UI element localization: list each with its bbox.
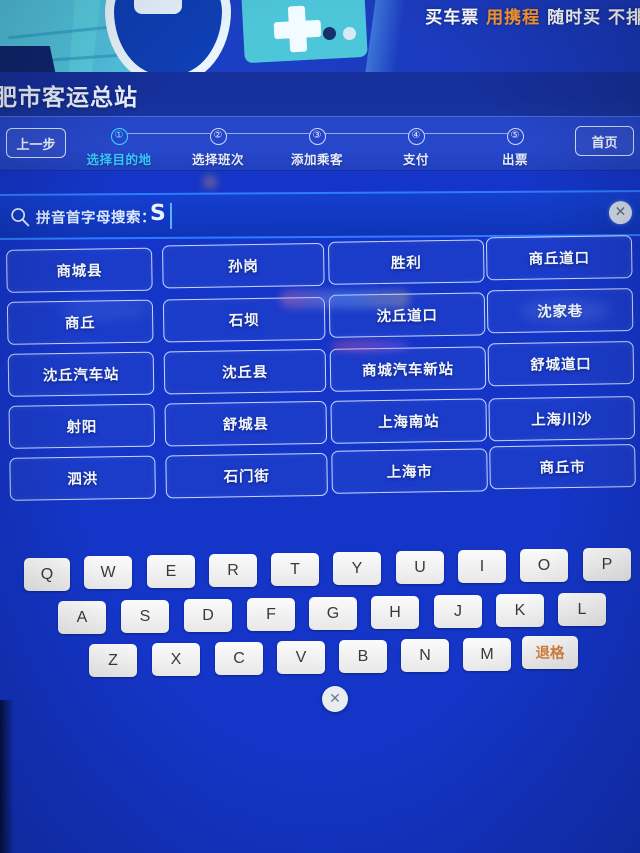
key-u[interactable]: U	[396, 551, 444, 584]
page-title: 肥市客运总站	[0, 85, 138, 111]
destination-button[interactable]: 上海川沙	[488, 396, 636, 442]
destination-button[interactable]: 商丘	[6, 299, 154, 345]
step-item-3[interactable]: ③ 添加乘客	[272, 123, 362, 168]
banner-decor-edge	[363, 0, 407, 72]
advertisement-banner: 买车票 用携程 随时买 不排	[0, 0, 640, 72]
key-y[interactable]: Y	[333, 552, 381, 585]
key-a[interactable]: A	[58, 601, 106, 634]
step-label-4: 支付	[402, 152, 429, 167]
key-s[interactable]: S	[121, 600, 169, 633]
banner-slogan: 买车票 用携程 随时买 不排	[425, 3, 640, 28]
destination-button[interactable]: 沈丘汽车站	[7, 351, 155, 397]
key-n[interactable]: N	[401, 639, 449, 672]
key-d[interactable]: D	[184, 599, 232, 632]
key-o[interactable]: O	[520, 549, 568, 582]
step-number-3: ③	[308, 128, 326, 145]
shield-badge-inner-icon	[134, 0, 182, 14]
text-caret	[169, 202, 173, 229]
home-button[interactable]: 首页	[575, 126, 634, 156]
key-x[interactable]: X	[152, 643, 200, 676]
search-input[interactable]: S	[150, 201, 166, 226]
destination-button[interactable]: 沈家巷	[486, 288, 634, 334]
destination-button[interactable]: 上海市	[331, 448, 488, 494]
banner-slogan-part-2: 用携程	[486, 8, 541, 28]
step-item-5[interactable]: ⑤ 出票	[470, 123, 560, 168]
destination-button[interactable]: 沈丘县	[163, 348, 327, 395]
destination-button[interactable]: 商城汽车新站	[329, 346, 487, 392]
toolbox-dot-dark-icon	[323, 27, 336, 40]
step-label-3: 添加乘客	[290, 152, 343, 167]
step-label-5: 出票	[501, 152, 528, 167]
key-q[interactable]: Q	[24, 558, 70, 591]
screen-glare	[205, 178, 215, 186]
search-bar[interactable]: 拼音首字母搜索： S ✕	[0, 190, 640, 240]
kiosk-screen: 买车票 用携程 随时买 不排 肥市客运总站 上一步 ① 选择目的地 ② 选择班次…	[0, 0, 640, 853]
key-z[interactable]: Z	[89, 644, 137, 677]
step-label-1: 选择目的地	[86, 152, 152, 167]
step-navigation-bar: 上一步 ① 选择目的地 ② 选择班次 ③ 添加乘客 ④ 支付 ⑤ 出票 首页	[0, 116, 640, 171]
step-number-5: ⑤	[506, 128, 524, 145]
destination-button[interactable]: 商城县	[6, 247, 153, 293]
key-w[interactable]: W	[84, 556, 132, 589]
destination-button[interactable]: 舒城道口	[487, 341, 635, 387]
key-j[interactable]: J	[434, 595, 482, 628]
key-i[interactable]: I	[458, 550, 506, 583]
key-t[interactable]: T	[271, 553, 319, 586]
key-g[interactable]: G	[309, 597, 357, 630]
destination-button[interactable]: 石坝	[162, 296, 326, 343]
key-p[interactable]: P	[583, 548, 631, 581]
keyboard-row-2: A S D F G H J K L	[0, 590, 640, 634]
step-indicator: ① 选择目的地 ② 选择班次 ③ 添加乘客 ④ 支付 ⑤ 出票	[74, 123, 562, 169]
destination-button[interactable]: 泗洪	[9, 455, 156, 501]
step-label-2: 选择班次	[191, 152, 244, 167]
destination-row: 泗洪 石门街 上海市 商丘市	[9, 444, 636, 510]
clear-search-icon[interactable]: ✕	[608, 201, 633, 225]
key-c[interactable]: C	[215, 642, 263, 675]
previous-step-button[interactable]: 上一步	[6, 128, 66, 158]
step-item-1[interactable]: ① 选择目的地	[74, 123, 164, 168]
toolbox-dot-light-icon	[343, 27, 356, 40]
key-e[interactable]: E	[147, 555, 195, 588]
key-h[interactable]: H	[371, 596, 419, 629]
step-number-2: ②	[209, 128, 227, 145]
photo-edge-shadow	[0, 700, 14, 853]
destination-button[interactable]: 石门街	[165, 452, 328, 499]
step-item-2[interactable]: ② 选择班次	[173, 123, 263, 168]
key-r[interactable]: R	[209, 554, 257, 587]
destination-button[interactable]: 上海南站	[330, 398, 488, 444]
key-backspace[interactable]: 退格	[522, 636, 578, 669]
step-number-1: ①	[110, 128, 128, 145]
key-f[interactable]: F	[247, 598, 295, 631]
destination-button[interactable]: 孙岗	[161, 242, 325, 289]
onscreen-keyboard: Q W E R T Y U I O P A S D F G H J K L Z …	[0, 548, 640, 678]
destination-button[interactable]: 胜利	[327, 239, 485, 285]
destination-button[interactable]: 商丘市	[489, 444, 636, 490]
destination-grid: 商城县 孙岗 胜利 商丘道口 商丘 石坝 沈丘道口 沈家巷 沈丘汽车站 沈丘县 …	[6, 235, 636, 505]
key-b[interactable]: B	[339, 640, 387, 673]
destination-button[interactable]: 射阳	[8, 403, 156, 449]
cross-icon-horizontal	[273, 19, 322, 40]
search-icon	[11, 208, 30, 227]
key-v[interactable]: V	[277, 641, 325, 674]
title-bar: 肥市客运总站	[0, 72, 640, 116]
keyboard-row-3: Z X C V B N M 退格	[0, 632, 640, 677]
search-label: 拼音首字母搜索：	[35, 210, 157, 227]
key-m[interactable]: M	[463, 638, 511, 671]
close-keyboard-button[interactable]: ✕	[322, 686, 348, 712]
key-k[interactable]: K	[496, 594, 544, 627]
banner-slogan-part-1: 买车票	[425, 8, 480, 28]
destination-button[interactable]: 沈丘道口	[328, 292, 486, 338]
banner-slogan-part-3: 随时买 不排	[547, 8, 640, 28]
destination-button[interactable]: 商丘道口	[485, 235, 633, 281]
step-number-4: ④	[407, 128, 425, 145]
banner-decor-shadow	[0, 46, 59, 72]
key-l[interactable]: L	[558, 593, 606, 626]
destination-button[interactable]: 舒城县	[164, 400, 328, 447]
keyboard-row-1: Q W E R T Y U I O P	[0, 548, 640, 591]
step-item-4[interactable]: ④ 支付	[371, 123, 461, 168]
